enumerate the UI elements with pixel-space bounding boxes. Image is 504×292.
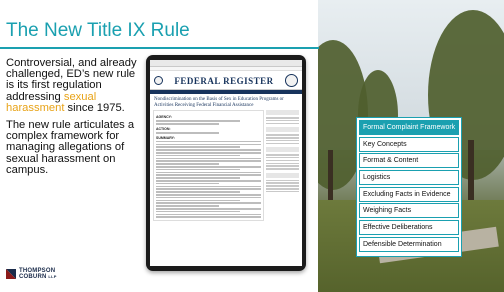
company-logo: THOMPSON COBURN LLP [6, 268, 57, 280]
outline-item-logistics[interactable]: Logistics [359, 170, 459, 186]
federal-register-header: FEDERAL REGISTER [150, 71, 302, 90]
seal-icon [154, 76, 163, 85]
outline-item-formal-complaint-framework[interactable]: Formal Complaint Framework [359, 120, 459, 135]
body-paragraph-1: Controversial, and already challenged, E… [6, 57, 137, 114]
document-sidebar [266, 110, 299, 221]
outline-item-defensible-determination[interactable]: Defensible Determination [359, 236, 459, 252]
tablet-screen: FEDERAL REGISTER Nondiscrimination on th… [150, 60, 302, 266]
federal-register-masthead: FEDERAL REGISTER [174, 75, 274, 86]
outline-item-key-concepts[interactable]: Key Concepts [359, 136, 459, 152]
section-action: ACTION: [156, 126, 171, 131]
section-agency: AGENCY: [156, 115, 172, 120]
topic-outline: Formal Complaint Framework Key Concepts … [356, 117, 462, 257]
archives-seal-icon [285, 74, 298, 87]
slide-title: The New Title IX Rule [6, 20, 190, 41]
title-underline [0, 47, 319, 49]
outline-item-format-content[interactable]: Format & Content [359, 153, 459, 169]
outline-item-weighing-facts[interactable]: Weighing Facts [359, 203, 459, 219]
tablet-device: FEDERAL REGISTER Nondiscrimination on th… [146, 55, 306, 271]
body-paragraph-2: The new rule articulates a complex frame… [6, 119, 135, 176]
section-summary: SUMMARY: [156, 135, 175, 140]
document-body: AGENCY: ACTION: SUMMARY: [150, 110, 302, 221]
slide-body: Controversial, and already challenged, E… [6, 57, 146, 182]
logo-mark-icon [6, 269, 16, 279]
outline-item-effective-deliberations[interactable]: Effective Deliberations [359, 220, 459, 236]
document-title: Nondiscrimination on the Basis of Sex in… [154, 97, 284, 108]
outline-item-excluding-facts[interactable]: Excluding Facts in Evidence [359, 186, 459, 202]
browser-toolbar [150, 60, 302, 67]
